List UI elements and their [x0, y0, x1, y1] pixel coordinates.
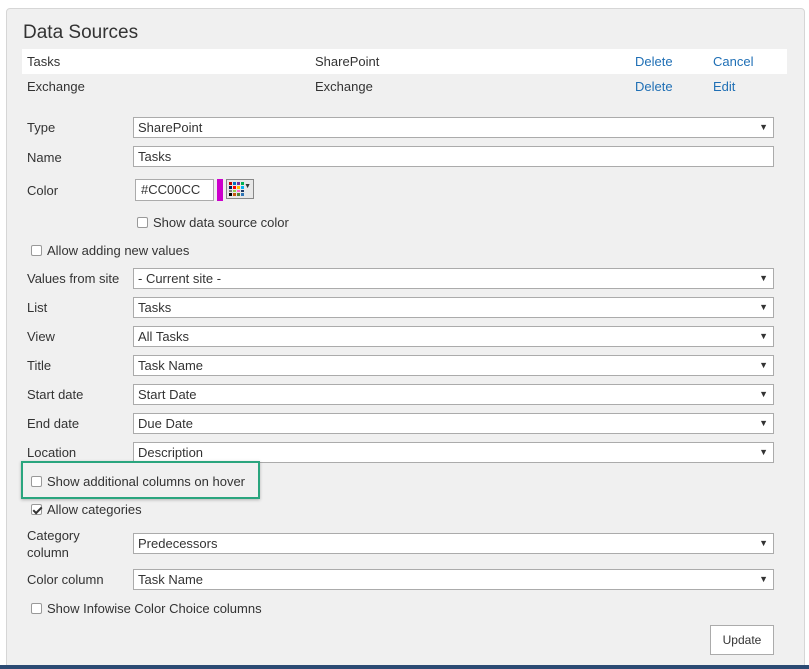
allow-new-values-checkbox-row[interactable]: Allow adding new values — [31, 243, 189, 259]
data-source-name: Tasks — [27, 54, 61, 69]
chevron-down-icon: ▼ — [759, 122, 768, 132]
start-date-select[interactable]: Start Date ▼ — [133, 384, 774, 405]
chevron-down-icon: ▼ — [244, 183, 251, 190]
show-infowise-checkbox[interactable] — [31, 603, 42, 614]
list-label: List — [27, 300, 48, 315]
list-select[interactable]: Tasks ▼ — [133, 297, 774, 318]
values-from-site-select[interactable]: - Current site - ▼ — [133, 268, 774, 289]
show-additional-checkbox-row[interactable]: Show additional columns on hover — [31, 474, 245, 490]
update-button[interactable]: Update — [710, 625, 774, 655]
color-swatch — [217, 179, 223, 201]
name-input-value: Tasks — [138, 149, 172, 164]
palette-grid — [229, 182, 244, 196]
allow-categories-label: Allow categories — [47, 502, 142, 517]
location-label: Location — [27, 445, 77, 460]
type-select-value: SharePoint — [138, 120, 203, 135]
show-color-label: Show data source color — [153, 215, 289, 230]
color-input[interactable]: #CC00CC — [135, 179, 214, 201]
chevron-down-icon: ▼ — [759, 302, 768, 312]
title-field-label: Title — [27, 358, 52, 373]
delete-link[interactable]: Delete — [635, 74, 673, 99]
chevron-down-icon: ▼ — [759, 360, 768, 370]
data-source-name: Exchange — [27, 79, 85, 94]
delete-link[interactable]: Delete — [635, 49, 673, 74]
data-source-type: SharePoint — [315, 54, 380, 69]
chevron-down-icon: ▼ — [759, 447, 768, 457]
view-select[interactable]: All Tasks ▼ — [133, 326, 774, 347]
title-field-select[interactable]: Task Name ▼ — [133, 355, 774, 376]
color-column-value: Task Name — [138, 572, 204, 587]
data-source-row-exchange[interactable]: Exchange Exchange Delete Edit — [22, 74, 787, 99]
end-date-value: Due Date — [138, 416, 193, 431]
type-select[interactable]: SharePoint ▼ — [133, 117, 774, 138]
chevron-down-icon: ▼ — [759, 331, 768, 341]
location-select[interactable]: Description ▼ — [133, 442, 774, 463]
allow-new-values-label: Allow adding new values — [47, 243, 190, 258]
start-date-label: Start date — [27, 387, 84, 402]
bottom-strip — [0, 665, 809, 669]
values-from-site-value: - Current site - — [138, 271, 222, 286]
color-label: Color — [27, 183, 59, 198]
chevron-down-icon: ▼ — [759, 273, 768, 283]
show-color-checkbox-row[interactable]: Show data source color — [137, 215, 289, 231]
show-additional-checkbox[interactable] — [31, 476, 42, 487]
color-input-value: #CC00CC — [141, 182, 201, 197]
list-select-value: Tasks — [138, 300, 172, 315]
title-field-value: Task Name — [138, 358, 204, 373]
allow-categories-checkbox[interactable] — [31, 504, 42, 515]
data-source-type: Exchange — [315, 79, 373, 94]
view-select-value: All Tasks — [138, 329, 190, 344]
chevron-down-icon: ▼ — [759, 574, 768, 584]
show-color-checkbox[interactable] — [137, 217, 148, 228]
name-label: Name — [27, 150, 62, 165]
allow-new-values-checkbox[interactable] — [31, 245, 42, 256]
name-input[interactable]: Tasks — [133, 146, 774, 167]
chevron-down-icon: ▼ — [759, 538, 768, 548]
category-column-select[interactable]: Predecessors ▼ — [133, 533, 774, 554]
category-column-value: Predecessors — [138, 536, 218, 551]
category-column-label-line2: column — [27, 545, 69, 560]
page-title: Data Sources — [23, 22, 139, 43]
end-date-label: End date — [27, 416, 80, 431]
show-infowise-checkbox-row[interactable]: Show Infowise Color Choice columns — [31, 601, 262, 617]
show-additional-label: Show additional columns on hover — [47, 474, 246, 489]
color-column-label: Color column — [27, 572, 104, 587]
edit-link[interactable]: Edit — [713, 74, 735, 99]
end-date-select[interactable]: Due Date ▼ — [133, 413, 774, 434]
show-infowise-label: Show Infowise Color Choice columns — [47, 601, 262, 616]
color-column-select[interactable]: Task Name ▼ — [133, 569, 774, 590]
category-column-label-line1: Category — [27, 528, 80, 543]
values-from-site-label: Values from site — [27, 271, 120, 286]
cancel-link[interactable]: Cancel — [713, 49, 753, 74]
chevron-down-icon: ▼ — [759, 418, 768, 428]
allow-categories-checkbox-row[interactable]: Allow categories — [31, 502, 142, 518]
chevron-down-icon: ▼ — [759, 389, 768, 399]
start-date-value: Start Date — [138, 387, 197, 402]
data-source-row-tasks[interactable]: Tasks SharePoint Delete Cancel — [22, 49, 787, 74]
location-select-value: Description — [138, 445, 204, 460]
type-label: Type — [27, 120, 56, 135]
view-label: View — [27, 329, 55, 344]
color-palette-icon[interactable]: ▼ — [226, 179, 254, 199]
